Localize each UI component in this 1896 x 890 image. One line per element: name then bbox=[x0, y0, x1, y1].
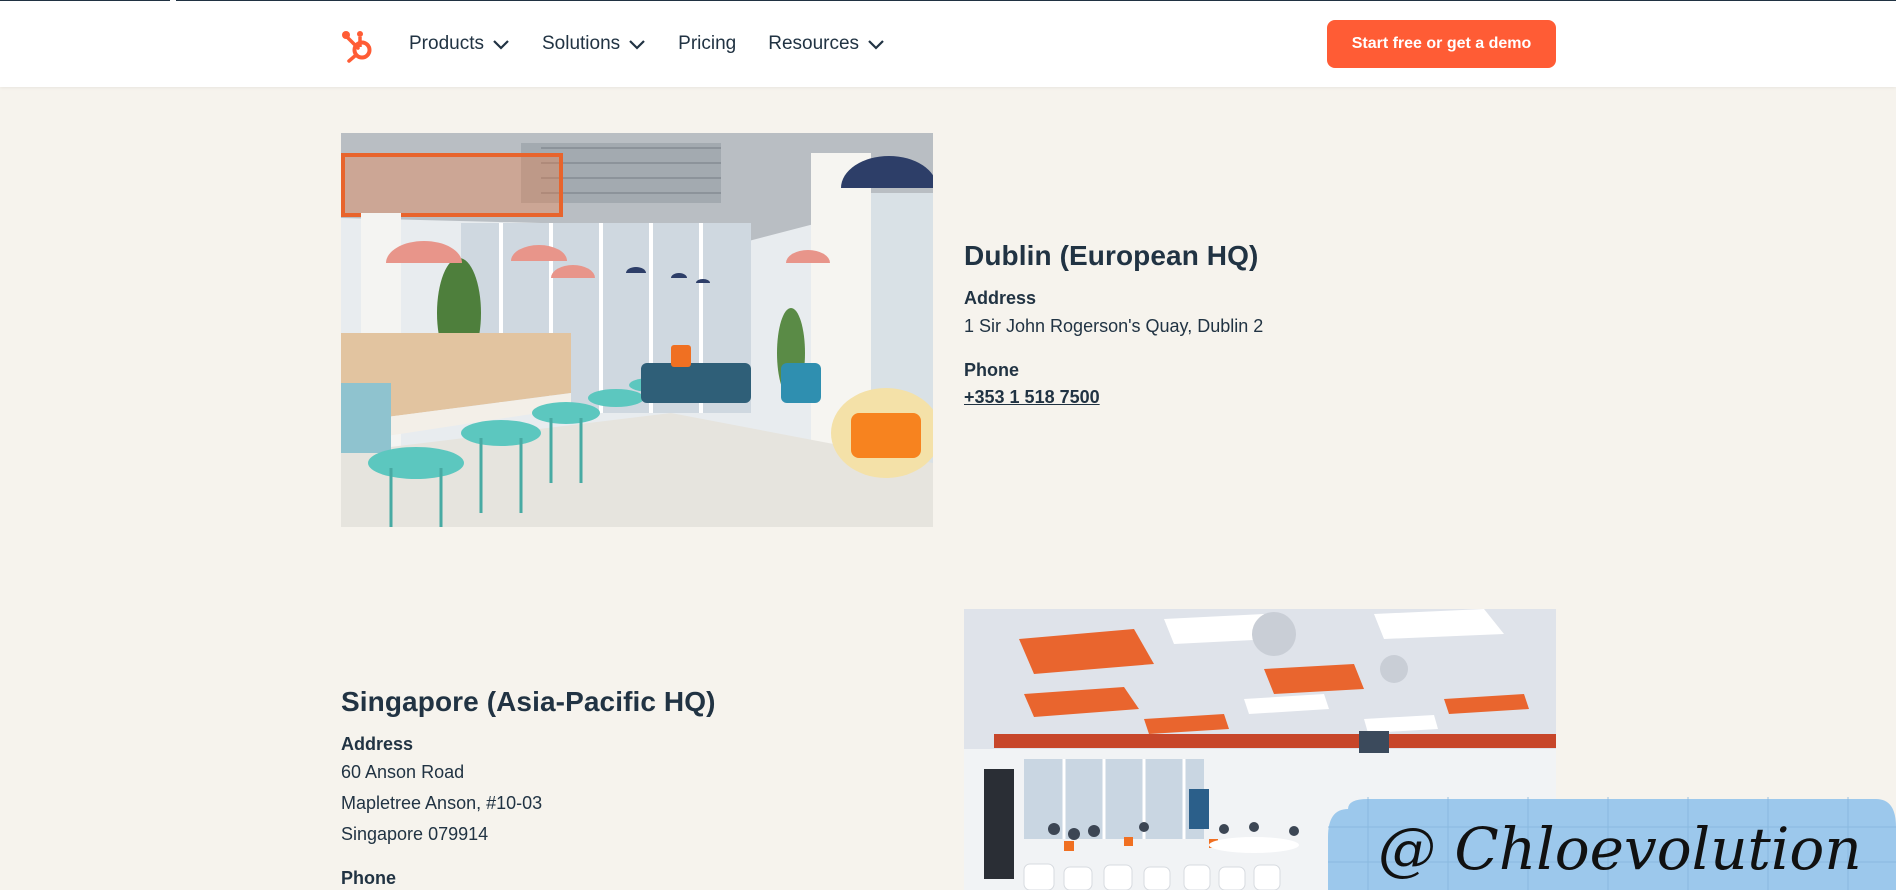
chevron-down-icon bbox=[493, 40, 509, 50]
watermark-text: @ Chloevolution bbox=[1378, 815, 1862, 883]
address-line: 1 Sir John Rogerson's Quay, Dublin 2 bbox=[964, 316, 1264, 336]
chloevolution-watermark: @ Chloevolution bbox=[1328, 797, 1896, 890]
dublin-office-photo bbox=[341, 133, 933, 527]
nav-item-label: Pricing bbox=[678, 33, 737, 54]
chevron-down-icon bbox=[629, 40, 645, 50]
nav-item-label: Solutions bbox=[541, 33, 621, 54]
dublin-office-info: Dublin (European HQ) Address 1 Sir John … bbox=[964, 240, 1524, 408]
hubspot-logo-icon[interactable] bbox=[340, 25, 376, 63]
office-title: Dublin (European HQ) bbox=[964, 240, 1259, 271]
address-line: Mapletree Anson, #10-03 bbox=[341, 793, 543, 813]
chevron-down-icon bbox=[868, 40, 884, 50]
nav-item-solutions[interactable]: Solutions bbox=[542, 33, 646, 55]
nav-item-label: Products bbox=[409, 33, 484, 54]
phone-label: Phone bbox=[341, 868, 397, 888]
nav-item-products[interactable]: Products bbox=[409, 33, 510, 55]
start-free-demo-button[interactable]: Start free or get a demo bbox=[1327, 20, 1556, 68]
office-title: Singapore (Asia-Pacific HQ) bbox=[341, 686, 716, 717]
nav-item-pricing[interactable]: Pricing bbox=[678, 33, 736, 55]
address-label: Address bbox=[964, 288, 1037, 308]
address-line: Singapore 079914 bbox=[341, 824, 489, 844]
phone-label: Phone bbox=[964, 360, 1020, 380]
singapore-office-info: Singapore (Asia-Pacific HQ) Address 60 A… bbox=[341, 686, 901, 889]
nav-item-label: Resources bbox=[768, 33, 860, 54]
address-label: Address bbox=[341, 734, 414, 754]
site-header: Products Solutions Pricing Resources Sta… bbox=[0, 1, 1896, 87]
address-line: 60 Anson Road bbox=[341, 762, 465, 782]
phone-link[interactable]: +353 1 518 7500 bbox=[964, 387, 1524, 408]
main-nav: Products Solutions Pricing Resources bbox=[409, 1, 917, 87]
nav-item-resources[interactable]: Resources bbox=[768, 33, 885, 55]
